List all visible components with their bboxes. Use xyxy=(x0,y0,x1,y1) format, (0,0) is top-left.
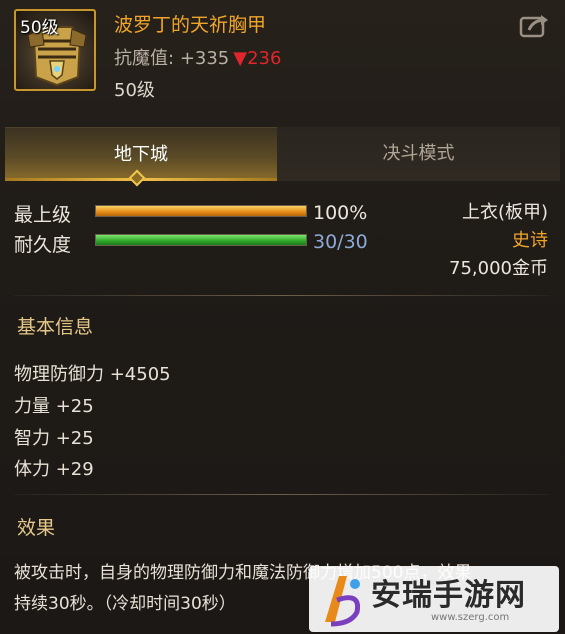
attribute-line: 力量 +25 xyxy=(14,396,94,417)
item-name: 波罗丁的天祈胸甲 xyxy=(114,14,267,36)
sell-price: 75,000金币 xyxy=(449,258,548,279)
divider xyxy=(14,494,550,495)
item-header: 50级 波罗丁的天祈胸甲 抗魔值: +335 ▼236 50级 xyxy=(0,0,565,112)
attribute-line: 智力 +25 xyxy=(14,428,94,449)
rarity-label: 史诗 xyxy=(512,230,548,251)
durability-bar-fill xyxy=(96,235,306,245)
site-logo-icon xyxy=(325,576,361,627)
upgrade-label: 最上级 xyxy=(14,204,72,226)
tab-duel-mode[interactable]: 决斗模式 xyxy=(277,127,560,181)
equipment-slot: 上衣(板甲) xyxy=(461,202,548,223)
upgrade-bar-fill xyxy=(96,206,306,216)
upgrade-value: 100% xyxy=(313,202,368,224)
durability-value: 30/30 xyxy=(313,231,368,253)
watermark-url: www.szerg.com xyxy=(431,612,510,623)
mode-tabs: 地下城 决斗模式 xyxy=(0,127,565,181)
item-tooltip-panel: 50级 波罗丁的天祈胸甲 抗魔值: +335 ▼236 50级 地下城 决斗模式 … xyxy=(0,0,565,634)
basic-info-title: 基本信息 xyxy=(17,316,94,338)
upgrade-bar xyxy=(95,205,307,217)
chest-armor-icon: 50级 xyxy=(14,9,96,91)
required-level: 50级 xyxy=(114,80,155,101)
anti-magic-value: +335 xyxy=(179,48,230,69)
share-button[interactable] xyxy=(519,12,551,40)
durability-bar xyxy=(95,234,307,246)
divider xyxy=(14,295,550,296)
durability-label: 耐久度 xyxy=(14,234,72,256)
attribute-line: 物理防御力 +4505 xyxy=(14,364,171,385)
item-level-badge: 50级 xyxy=(20,18,59,38)
anti-magic-stat: 抗魔值: +335 ▼236 xyxy=(114,44,281,70)
share-icon xyxy=(519,15,548,38)
anti-magic-delta: ▼236 xyxy=(233,48,282,69)
anti-magic-label: 抗魔值: xyxy=(114,48,175,69)
effect-title: 效果 xyxy=(17,517,56,539)
watermark-title: 安瑞手游网 xyxy=(371,578,526,613)
attribute-line: 体力 +29 xyxy=(14,459,94,480)
site-watermark: 安瑞手游网 www.szerg.com xyxy=(309,566,559,632)
